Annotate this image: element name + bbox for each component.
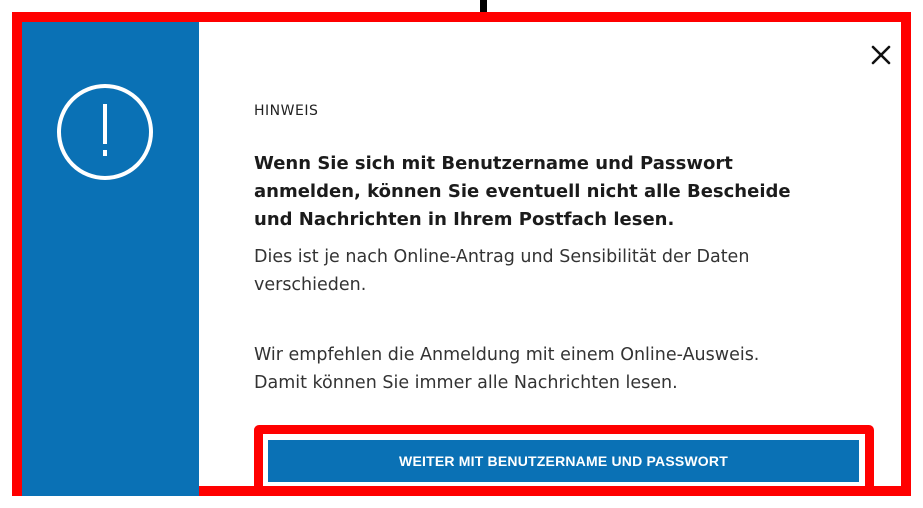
- body-line: Dies ist je nach Online-Antrag und Sensi…: [254, 247, 750, 267]
- body-line: Wir empfehlen die Anmeldung mit einem On…: [254, 345, 760, 365]
- body-line: Damit können Sie immer alle Nachrichten …: [254, 373, 678, 393]
- lead-line: anmelden, können Sie eventuell nicht all…: [254, 181, 791, 202]
- close-icon: [871, 45, 891, 65]
- lead-line: Wenn Sie sich mit Benutzername und Passw…: [254, 153, 733, 174]
- dialog-kicker: HINWEIS: [254, 103, 319, 119]
- continue-with-username-password-button[interactable]: WEITER MIT BENUTZERNAME UND PASSWORT: [268, 440, 859, 482]
- dialog-recommendation-text: Wir empfehlen die Anmeldung mit einem On…: [254, 341, 894, 397]
- body-line: verschieden.: [254, 275, 367, 295]
- screenshot-frame: HINWEIS Wenn Sie sich mit Benutzername u…: [0, 0, 923, 508]
- dialog-body-text: Dies ist je nach Online-Antrag und Sensi…: [254, 243, 874, 299]
- lead-line: und Nachrichten in Ihrem Postfach lesen.: [254, 209, 675, 230]
- exclamation-circle-icon: [55, 82, 155, 182]
- close-button[interactable]: [866, 40, 896, 70]
- dialog-lead-text: Wenn Sie sich mit Benutzername und Passw…: [254, 150, 874, 234]
